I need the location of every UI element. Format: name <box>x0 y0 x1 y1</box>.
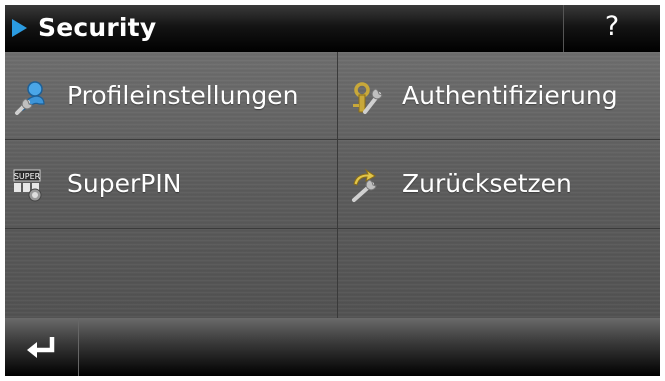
bottom-bar <box>5 318 660 376</box>
play-icon <box>12 19 27 37</box>
superpin-icon: SUPER <box>13 169 42 202</box>
menu-item-profileinstellungen[interactable]: Profileinstellungen <box>5 52 338 140</box>
reset-wrench-icon <box>352 168 377 202</box>
help-label: ? <box>604 11 620 42</box>
back-enter-icon <box>27 337 55 358</box>
menu-item-label: SuperPIN <box>67 169 182 198</box>
empty-tile <box>338 229 660 318</box>
menu-item-superpin[interactable]: SUPER SuperPIN <box>5 140 338 229</box>
back-button[interactable] <box>5 318 79 376</box>
menu-item-label: Authentifizierung <box>402 81 618 110</box>
svg-text:SUPER: SUPER <box>14 172 41 181</box>
menu-item-label: Profileinstellungen <box>67 81 299 110</box>
menu-grid: Profileinstellungen Authentifizierung SU… <box>5 52 660 318</box>
menu-item-authentifizierung[interactable]: Authentifizierung <box>338 52 660 140</box>
page-title: Security <box>38 13 157 42</box>
menu-item-zuruecksetzen[interactable]: Zurücksetzen <box>338 140 660 229</box>
key-wrench-icon <box>353 82 383 114</box>
title-bar: Security ? <box>5 5 660 52</box>
menu-item-label: Zurücksetzen <box>402 169 572 198</box>
user-settings-icon <box>15 81 45 115</box>
help-button[interactable]: ? <box>563 5 660 52</box>
empty-tile <box>5 229 338 318</box>
security-screen: Security ? Profileinstellungen Authentif… <box>5 5 660 376</box>
